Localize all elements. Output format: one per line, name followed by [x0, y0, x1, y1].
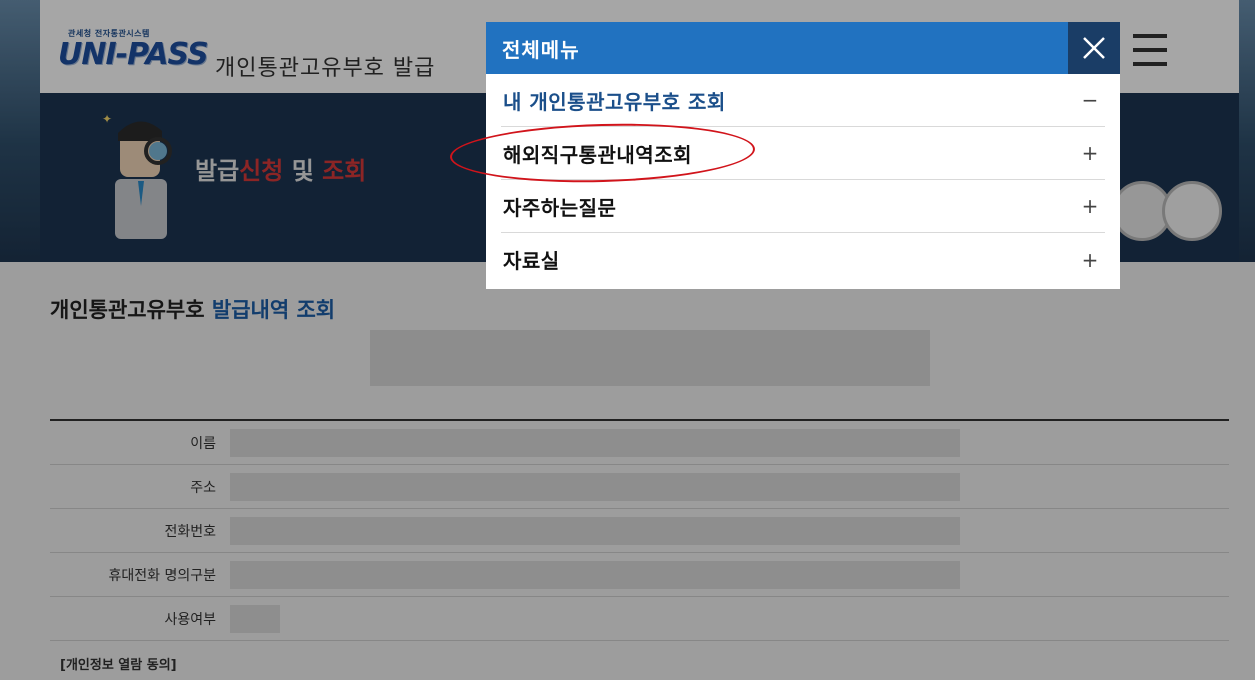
plus-icon[interactable]: + — [1075, 194, 1105, 218]
plus-icon[interactable]: + — [1075, 248, 1105, 272]
menu-item-faq[interactable]: 자주하는질문 + — [501, 180, 1105, 233]
menu-header: 전체메뉴 — [486, 22, 1120, 74]
close-button[interactable] — [1068, 22, 1120, 74]
menu-title: 전체메뉴 — [502, 37, 580, 62]
menu-item-label: 내 개인통관고유부호 조회 — [503, 89, 726, 114]
plus-icon[interactable]: + — [1075, 141, 1105, 165]
menu-item-my-customs-code[interactable]: 내 개인통관고유부호 조회 − — [501, 74, 1105, 127]
menu-item-library[interactable]: 자료실 + — [501, 233, 1105, 286]
minus-icon[interactable]: − — [1075, 88, 1105, 112]
menu-item-label: 자료실 — [503, 249, 560, 273]
menu-item-label: 자주하는질문 — [503, 195, 617, 220]
close-icon — [1083, 37, 1105, 59]
